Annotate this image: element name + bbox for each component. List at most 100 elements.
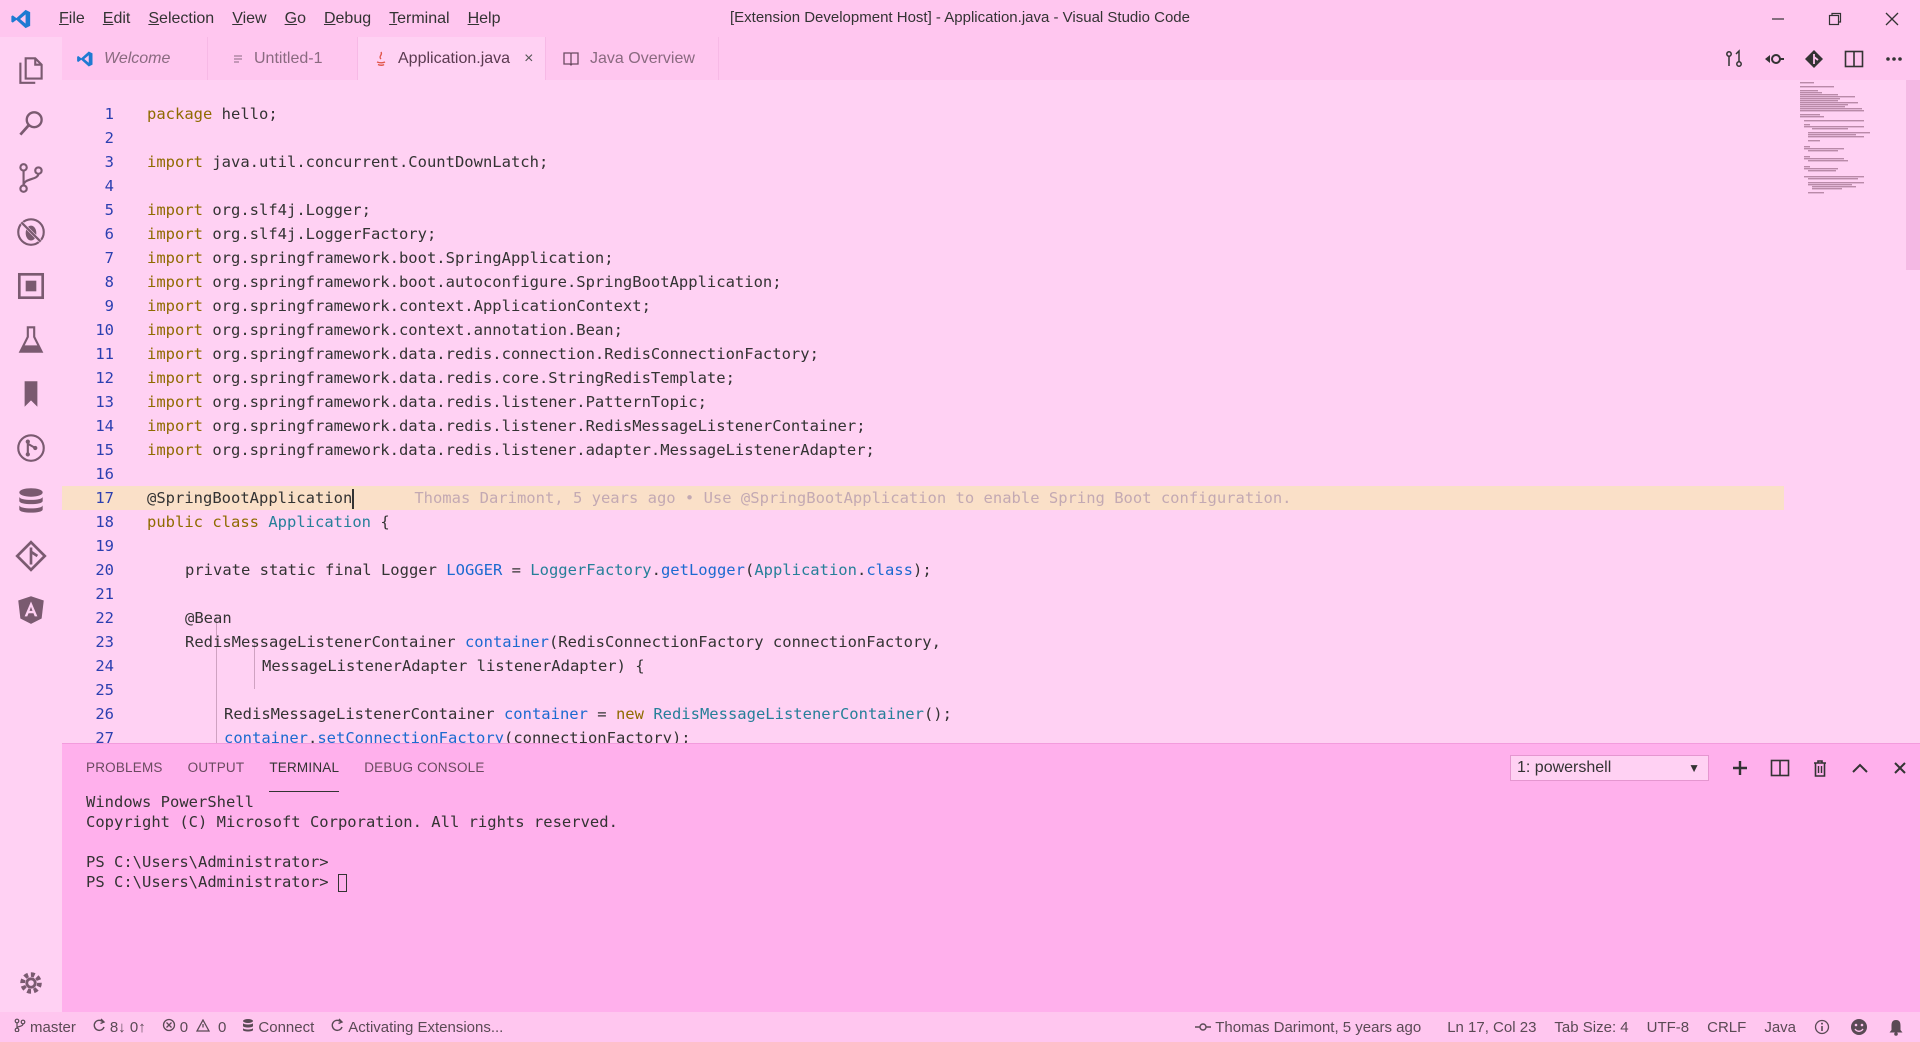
status-blame[interactable]: Thomas Darimont, 5 years ago xyxy=(1187,1012,1429,1042)
branch-label: master xyxy=(30,1018,76,1036)
code-line: 5 import org.slf4j.Logger; xyxy=(104,201,371,219)
terminal-prompt: PS C:\Users\Administrator> xyxy=(86,873,338,891)
status-encoding[interactable]: UTF-8 xyxy=(1637,1012,1698,1042)
code-line: 20 private static final Logger LOGGER = L… xyxy=(95,561,932,579)
menu-selection[interactable]: Selection xyxy=(139,0,223,37)
menu-edit[interactable]: Edit xyxy=(94,0,140,37)
minimize-button[interactable] xyxy=(1749,0,1806,37)
status-position[interactable]: Ln 17, Col 23 xyxy=(1429,1012,1544,1042)
new-terminal-icon[interactable] xyxy=(1720,752,1760,784)
status-language[interactable]: Java xyxy=(1754,1012,1804,1042)
code-line: 16 xyxy=(95,465,114,483)
search-icon[interactable] xyxy=(0,97,62,151)
tab-debug-console[interactable]: DEBUG CONSOLE xyxy=(364,744,484,792)
bookmark-icon[interactable] xyxy=(0,367,62,421)
source-control-icon[interactable] xyxy=(0,151,62,205)
book-icon xyxy=(562,51,580,67)
java-icon xyxy=(374,51,388,67)
database-icon[interactable] xyxy=(0,475,62,529)
git-history-icon[interactable] xyxy=(0,421,62,475)
status-connect[interactable]: Connect xyxy=(234,1012,322,1042)
code-line: 12 import org.springframework.data.redis.… xyxy=(95,369,735,387)
status-problems[interactable]: 00 xyxy=(154,1012,235,1042)
tab-problems[interactable]: PROBLEMS xyxy=(86,744,163,792)
git-compare-icon[interactable] xyxy=(1794,37,1834,80)
debug-icon[interactable] xyxy=(0,205,62,259)
sync-label: 8↓ 0↑ xyxy=(109,1018,146,1036)
tab-terminal[interactable]: TERMINAL xyxy=(269,744,340,792)
menu-help[interactable]: Help xyxy=(459,0,510,37)
editor-scrollbar-thumb[interactable] xyxy=(1906,80,1920,270)
status-activity: Activating Extensions... xyxy=(322,1012,511,1042)
close-window-button[interactable] xyxy=(1863,0,1920,37)
dropdown-arrow-icon: ▼ xyxy=(1688,761,1700,775)
tab-welcome[interactable]: Welcome xyxy=(62,37,208,80)
maximize-panel-icon[interactable] xyxy=(1840,752,1880,784)
terminal-cursor xyxy=(337,873,347,892)
split-terminal-icon[interactable] xyxy=(1760,752,1800,784)
menu-view[interactable]: View xyxy=(223,0,275,37)
menu-bar: File Edit Selection View Go Debug Termin… xyxy=(50,0,510,37)
info-icon[interactable] xyxy=(1804,1012,1842,1042)
menu-debug[interactable]: Debug xyxy=(315,0,380,37)
tab-untitled[interactable]: Untitled-1 xyxy=(208,37,358,80)
bottom-panel: PROBLEMS OUTPUT TERMINAL DEBUG CONSOLE 1… xyxy=(62,743,1920,1012)
tab-label: Application.java xyxy=(398,49,511,67)
tab-output[interactable]: OUTPUT xyxy=(188,744,245,792)
editor-tabs: Welcome Untitled-1 Application.java × Ja… xyxy=(62,37,1920,80)
warning-count: 0 xyxy=(218,1018,227,1036)
trash-icon[interactable] xyxy=(1800,752,1840,784)
status-eol[interactable]: CRLF xyxy=(1697,1012,1754,1042)
vscode-logo-icon xyxy=(0,0,42,37)
terminal-line: Copyright (C) Microsoft Corporation. All… xyxy=(86,813,618,831)
code-line: 6 import org.slf4j.LoggerFactory; xyxy=(104,225,437,243)
code-line: 1 package hello; xyxy=(104,105,278,123)
more-actions-icon[interactable] xyxy=(1874,37,1914,80)
extensions-icon[interactable] xyxy=(0,259,62,313)
minimap[interactable] xyxy=(1798,80,1888,280)
git-blame-annotation: Thomas Darimont, 5 years ago • Use @Spri… xyxy=(414,489,1292,507)
code-line: 15 import org.springframework.data.redis.… xyxy=(95,441,875,459)
code-line: 22 @Bean xyxy=(95,609,232,627)
tab-application-java[interactable]: Application.java × xyxy=(358,37,546,80)
spinner-icon xyxy=(330,1018,348,1036)
menu-go[interactable]: Go xyxy=(276,0,315,37)
vscode-icon xyxy=(76,50,94,68)
close-panel-icon[interactable] xyxy=(1880,752,1920,784)
error-icon xyxy=(162,1018,180,1036)
code-line: 3 import java.util.concurrent.CountDownLa… xyxy=(104,153,549,171)
terminal-select[interactable]: 1: powershell ▼ xyxy=(1510,755,1709,781)
tab-java-overview[interactable]: Java Overview xyxy=(546,37,719,80)
file-icon xyxy=(232,53,244,65)
editor-scrollbar[interactable] xyxy=(1906,80,1920,743)
feedback-smiley-icon[interactable] xyxy=(1842,1012,1880,1042)
explorer-icon[interactable] xyxy=(0,43,62,97)
title-bar: File Edit Selection View Go Debug Termin… xyxy=(0,0,1920,37)
manage-gear-icon[interactable] xyxy=(0,960,62,1006)
angular-icon[interactable] xyxy=(0,583,62,637)
open-changes-icon[interactable] xyxy=(1714,37,1754,80)
notifications-bell-icon[interactable] xyxy=(1880,1012,1920,1042)
code-line: 24 MessageListenerAdapter listenerAdapter… xyxy=(95,657,645,675)
git-icon[interactable] xyxy=(0,529,62,583)
status-bar: master 8↓ 0↑ 00 Connect Activating Exten… xyxy=(0,1012,1920,1042)
menu-terminal[interactable]: Terminal xyxy=(380,0,458,37)
status-branch[interactable]: master xyxy=(0,1012,84,1042)
test-flask-icon[interactable] xyxy=(0,313,62,367)
previous-revision-icon[interactable] xyxy=(1754,37,1794,80)
split-editor-icon[interactable] xyxy=(1834,37,1874,80)
menu-file[interactable]: File xyxy=(50,0,94,37)
code-editor[interactable]: 1 package hello; 2 3 import java.util.conc… xyxy=(62,80,1920,743)
tab-label: Untitled-1 xyxy=(254,49,323,67)
code-line: 2 xyxy=(104,129,114,147)
restore-button[interactable] xyxy=(1806,0,1863,37)
code-line: 14 import org.springframework.data.redis.… xyxy=(95,417,866,435)
code-line: 7 import org.springframework.boot.SpringA… xyxy=(104,249,614,267)
code-line: 18 public class Application { xyxy=(95,513,390,531)
close-tab-icon[interactable]: × xyxy=(524,50,533,68)
terminal-output[interactable]: Windows PowerShell Copyright (C) Microsof… xyxy=(86,792,618,892)
status-tab-size[interactable]: Tab Size: 4 xyxy=(1544,1012,1636,1042)
status-sync[interactable]: 8↓ 0↑ xyxy=(84,1012,154,1042)
activity-bar xyxy=(0,37,62,1012)
